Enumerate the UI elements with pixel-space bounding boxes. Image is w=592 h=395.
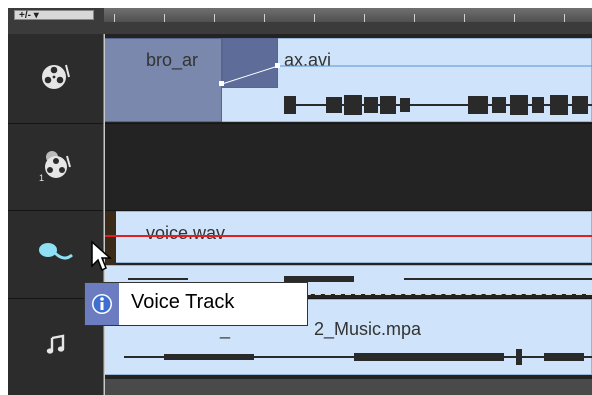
playhead[interactable] — [104, 34, 105, 395]
microphone-icon — [38, 240, 74, 269]
voice-clip-label: voice.wav — [146, 223, 226, 243]
film-reel-overlay-icon: 1 — [39, 148, 73, 187]
film-reel-icon — [39, 59, 73, 98]
overlay-track-1[interactable] — [104, 124, 592, 211]
voice-track-tooltip: Voice Track — [84, 282, 308, 326]
overlay-track-header[interactable]: 1 — [8, 124, 103, 211]
time-ruler[interactable] — [104, 8, 592, 22]
timeline-scrollbar[interactable] — [104, 379, 592, 395]
voice-volume-line[interactable] — [104, 235, 592, 237]
svg-text:1: 1 — [39, 173, 44, 182]
timeline-toolbar: +/- ▾ — [8, 8, 592, 35]
timeline-panel: +/- ▾ 1 bro_ar ax.avi voice.wav _ 2_Musi… — [8, 8, 592, 395]
music-clip-waveform — [104, 347, 592, 367]
video-track-header[interactable] — [8, 34, 103, 124]
info-icon — [85, 283, 119, 325]
music-note-icon — [45, 334, 67, 361]
track-header-column: 1 — [8, 34, 104, 395]
tooltip-text: Voice Track — [131, 291, 235, 313]
video-track[interactable]: bro_ar ax.avi — [104, 34, 592, 124]
add-remove-tracks-button[interactable]: +/- ▾ — [14, 10, 94, 21]
music-clip-label: 2_Music.mpa — [314, 319, 422, 339]
mouse-cursor-icon — [90, 240, 112, 277]
